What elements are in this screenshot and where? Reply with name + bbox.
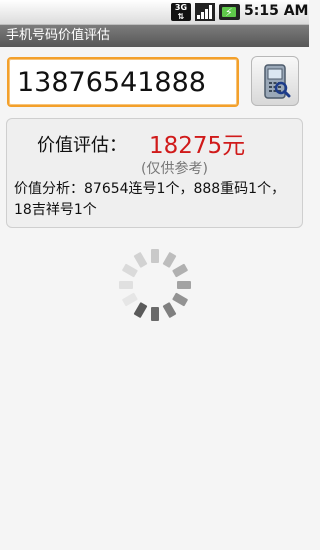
phone-number-input[interactable] <box>7 57 239 107</box>
loading-spinner-icon <box>119 249 191 321</box>
value-analysis: 价值分析：87654连号1个，888重码1个，18吉祥号1个 <box>14 181 286 218</box>
status-bar: 3G ⇅ ⚡ 5:15 AM <box>0 0 309 25</box>
value-amount: 18275元 <box>149 133 246 159</box>
network-badge-text: 3G <box>174 3 188 12</box>
app-title-bar: 手机号码价值评估 <box>0 25 309 47</box>
phone-search-icon <box>264 64 291 99</box>
network-3g-icon: 3G ⇅ <box>171 3 191 21</box>
lookup-button[interactable] <box>251 56 299 106</box>
clock: 5:15 AM <box>244 3 309 19</box>
battery-charging-icon: ⚡ <box>219 4 240 20</box>
valuation-result-card: 价值评估： 18275元 (仅供参考) 价值分析：87654连号1个，888重码… <box>6 118 303 228</box>
value-disclaimer: (仅供参考) <box>141 161 208 177</box>
value-label: 价值评估： <box>37 135 127 156</box>
signal-strength-icon <box>195 3 215 21</box>
